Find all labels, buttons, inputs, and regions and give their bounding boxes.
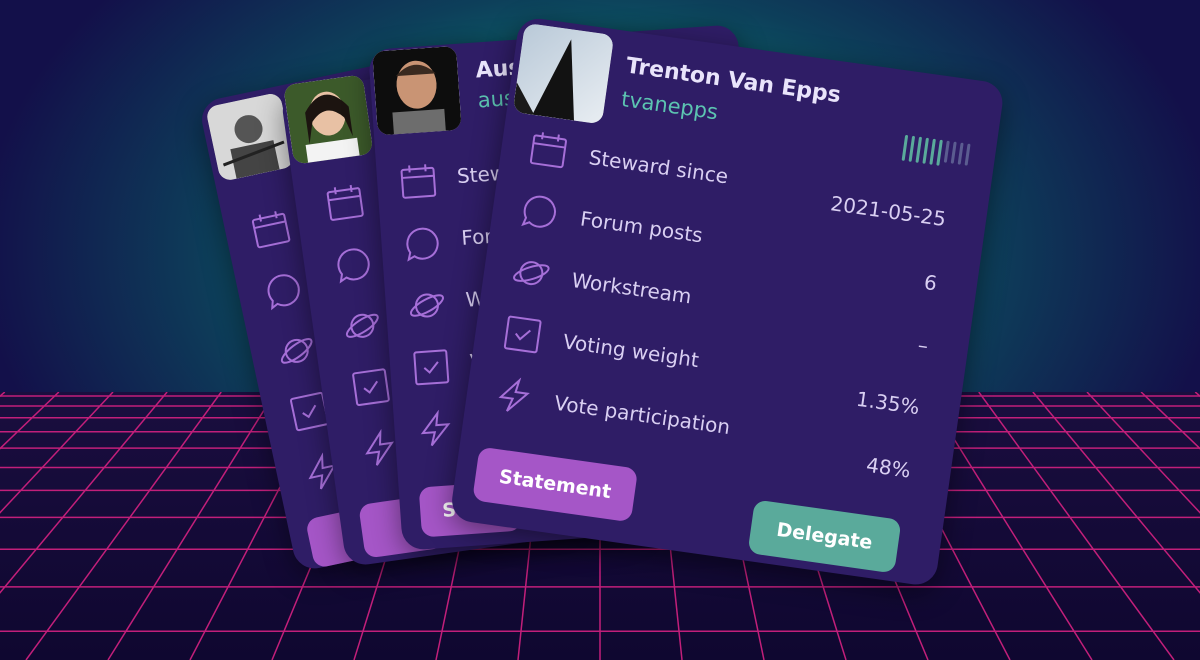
vote-participation-value: 48%: [864, 452, 913, 483]
hero-scene: S S Austi aust Stewa Foru Wo V S Trenton…: [0, 0, 1200, 660]
activity-bar: [922, 137, 929, 164]
calendar-icon: [398, 162, 439, 203]
lightning-icon: [493, 374, 536, 417]
activity-bar: [957, 142, 964, 165]
row-label-steward-since: Steward since: [587, 145, 730, 189]
activity-bar: [908, 135, 916, 162]
calendar-icon: [248, 207, 293, 252]
calendar-icon: [324, 182, 367, 225]
planet-icon: [407, 285, 448, 326]
delegate-handle: tvanepps: [619, 87, 720, 125]
lightning-icon: [415, 409, 456, 450]
planet-icon: [510, 252, 553, 295]
checkbox-icon: [501, 313, 544, 356]
activity-bar: [943, 140, 950, 163]
checkbox-icon: [350, 366, 393, 409]
forum-posts-value: 6: [922, 269, 939, 296]
chat-bubble-icon: [332, 243, 375, 286]
activity-bars: [901, 134, 971, 170]
planet-icon: [341, 304, 384, 347]
voting-weight-value: 1.35%: [854, 386, 922, 420]
row-label-workstream: Workstream: [570, 267, 694, 309]
activity-bar: [964, 143, 971, 166]
avatar: [283, 74, 374, 165]
avatar: [205, 91, 296, 182]
chat-bubble-icon: [519, 190, 562, 233]
activity-bar: [901, 134, 909, 161]
row-label-voting-weight: Voting weight: [561, 329, 701, 373]
chat-bubble-icon: [402, 223, 443, 264]
activity-bar: [936, 139, 943, 166]
workstream-value: –: [916, 332, 930, 358]
planet-icon: [274, 328, 319, 373]
activity-bar: [929, 138, 936, 165]
avatar: [512, 22, 615, 125]
delegate-card-front[interactable]: Trenton Van Epps tvanepps Steward since …: [449, 16, 1006, 588]
activity-bar: [950, 141, 957, 164]
chat-bubble-icon: [261, 268, 306, 313]
steward-since-value: 2021-05-25: [829, 191, 948, 232]
activity-bar: [915, 136, 923, 163]
avatar: [372, 45, 462, 136]
checkbox-icon: [411, 347, 452, 388]
row-label-vote-participation: Vote participation: [552, 390, 732, 440]
calendar-icon: [527, 129, 570, 172]
statement-button[interactable]: Statement: [472, 446, 639, 523]
delegate-button[interactable]: Delegate: [747, 499, 902, 574]
row-label-forum-posts: Forum posts: [578, 206, 705, 248]
